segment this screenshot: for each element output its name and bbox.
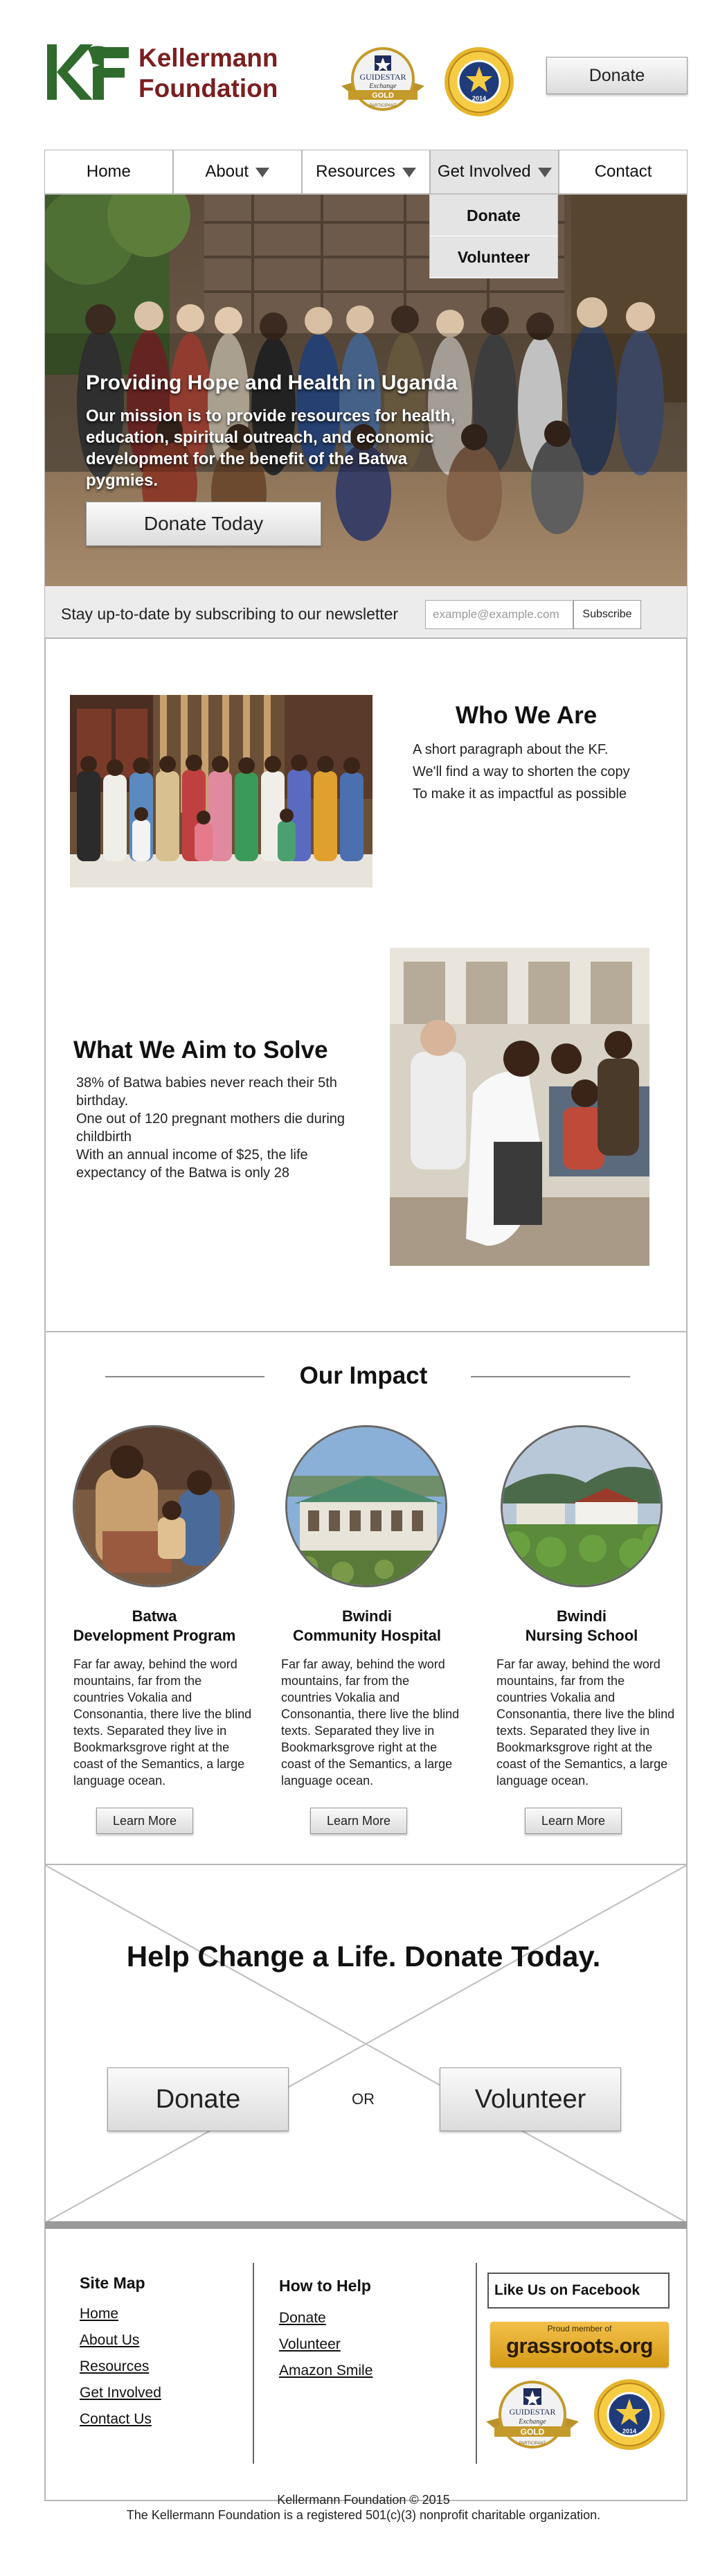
cta-image-placeholder — [44, 1864, 688, 2223]
aim-to-solve-photo — [390, 948, 649, 1266]
program-title-line: Batwa — [132, 1607, 177, 1625]
chevron-down-icon — [537, 168, 552, 177]
who-we-are-text: A short paragraph about the KF. We'll fi… — [413, 739, 676, 805]
program-description-nursing: Far far away, behind the word mountains,… — [496, 1657, 675, 1788]
impact-title: Our Impact — [299, 1362, 428, 1389]
cta-or-label: OR — [352, 2090, 375, 2108]
footer-copyright: Kellermann Foundation © 2015 The Kellerm… — [0, 2492, 727, 2523]
nav-about[interactable]: About — [174, 150, 303, 193]
footer-top-rated-seal: 2014 — [584, 2378, 674, 2451]
logo-wordmark[interactable]: Kellermann Foundation — [138, 43, 278, 104]
nav-about-label: About — [205, 162, 249, 181]
cta-donate-button[interactable]: Donate — [107, 2067, 289, 2131]
footer-link-home[interactable]: Home — [80, 2306, 118, 2322]
guidestar-gold-seal: GUIDESTAR Exchange GOLD PARTICIPANT — [337, 46, 429, 115]
footer-column-divider — [253, 2263, 254, 2464]
program-title-line: Bwindi — [341, 1607, 393, 1625]
copyright-line-1: Kellermann Foundation © 2015 — [277, 2493, 450, 2507]
newsletter-subscribe-button[interactable]: Subscribe — [573, 600, 641, 629]
seal-year: 2014 — [472, 95, 486, 102]
program-title-line: Bwindi — [556, 1607, 607, 1625]
learn-more-batwa-button[interactable]: Learn More — [96, 1808, 193, 1834]
program-description-hospital: Far far away, behind the word mountains,… — [281, 1657, 460, 1788]
dropdown-volunteer[interactable]: Volunteer — [430, 236, 557, 278]
nav-home-label: Home — [86, 162, 131, 181]
footer-guidestar-seal: GUIDESTAR Exchange GOLD PARTICIPANT — [483, 2379, 582, 2453]
aim-to-solve-title: What We Aim to Solve — [73, 1036, 328, 1064]
dropdown-donate[interactable]: Donate — [430, 195, 557, 236]
grassroots-tagline: Proud member of — [547, 2324, 612, 2334]
who-line: A short paragraph about the KF. — [413, 742, 609, 757]
grassroots-badge[interactable]: Proud member of grassroots.org — [490, 2322, 669, 2367]
footer-link-contact-us[interactable]: Contact Us — [80, 2411, 152, 2428]
program-title-line: Community Hospital — [293, 1627, 441, 1644]
who-line: We'll find a way to shorten the copy — [413, 764, 630, 779]
nav-resources-label: Resources — [316, 162, 395, 181]
seal-participant: PARTICIPANT — [519, 2442, 546, 2446]
kf-logo-mark[interactable] — [47, 44, 129, 100]
program-title-batwa: Batwa Development Program — [64, 1607, 244, 1646]
aim-line: With an annual income of $25, the life e… — [76, 1147, 308, 1181]
nav-resources[interactable]: Resources — [303, 150, 431, 193]
aim-line: 38% of Batwa babies never reach their 5t… — [76, 1075, 337, 1109]
chevron-down-icon — [402, 168, 416, 177]
newsletter-email-input[interactable]: example@example.com — [425, 600, 573, 629]
get-involved-dropdown: Donate Volunteer — [429, 194, 558, 279]
program-title-line: Development Program — [73, 1627, 236, 1644]
aim-line: One out of 120 pregnant mothers die duri… — [76, 1111, 345, 1145]
nav-get-involved-label: Get Involved — [437, 162, 531, 181]
hero-donate-today-button[interactable]: Donate Today — [86, 502, 321, 546]
newsletter-text: Stay up-to-date by subscribing to our ne… — [61, 605, 399, 623]
nursing-school-photo — [501, 1425, 663, 1587]
nav-contact[interactable]: Contact — [559, 150, 687, 193]
program-title-line: Nursing School — [525, 1627, 638, 1644]
program-title-nursing: Bwindi Nursing School — [492, 1607, 672, 1646]
cta-title: Help Change a Life. Donate Today. — [126, 1940, 601, 1973]
footer-link-donate[interactable]: Donate — [279, 2310, 326, 2327]
learn-more-nursing-button[interactable]: Learn More — [525, 1808, 622, 1834]
header-donate-button[interactable]: Donate — [546, 57, 688, 94]
batwa-program-photo — [73, 1425, 235, 1587]
nav-contact-label: Contact — [594, 162, 652, 181]
logo-line-2: Foundation — [138, 74, 278, 103]
footer-link-amazon-smile[interactable]: Amazon Smile — [279, 2363, 373, 2379]
nav-home[interactable]: Home — [45, 150, 174, 193]
seal-level: GOLD — [521, 2427, 545, 2437]
hero-mission-text: Our mission is to provide resources for … — [86, 407, 456, 490]
logo-line-1: Kellermann — [138, 44, 278, 72]
who-we-are-title: Who We Are — [456, 702, 598, 729]
facebook-like-box[interactable]: Like Us on Facebook — [487, 2273, 670, 2309]
top-rated-gold-seal: 2014 — [434, 46, 524, 118]
seal-sub: Exchange — [518, 2418, 546, 2426]
footer-how-to-help-title: How to Help — [279, 2277, 371, 2295]
program-title-hospital: Bwindi Community Hospital — [277, 1607, 457, 1646]
cta-volunteer-button[interactable]: Volunteer — [440, 2067, 621, 2131]
svg-text:GUIDESTAR: GUIDESTAR — [359, 72, 406, 82]
copyright-line-2: The Kellermann Foundation is a registere… — [126, 2508, 601, 2522]
svg-text:PARTICIPANT: PARTICIPANT — [370, 104, 397, 108]
who-we-are-photo — [70, 695, 373, 888]
footer-link-volunteer[interactable]: Volunteer — [279, 2336, 341, 2353]
community-hospital-photo — [285, 1425, 447, 1587]
svg-text:Exchange: Exchange — [368, 82, 397, 90]
nav-get-involved[interactable]: Get Involved — [431, 150, 560, 193]
footer-link-get-involved[interactable]: Get Involved — [80, 2385, 161, 2401]
seal-year: 2014 — [622, 2428, 636, 2435]
footer-sitemap-title: Site Map — [80, 2274, 145, 2292]
section-divider — [45, 1331, 687, 1332]
hero-title: Providing Hope and Health in Uganda — [86, 371, 458, 394]
main-nav: Home About Resources Get Involved Contac… — [45, 150, 687, 195]
svg-text:GOLD: GOLD — [372, 91, 394, 100]
footer-link-about-us[interactable]: About Us — [80, 2332, 139, 2349]
who-line: To make it as impactful as possible — [413, 786, 627, 802]
chevron-down-icon — [255, 168, 270, 177]
footer-top-bar — [45, 2221, 687, 2229]
footer-column-divider — [476, 2263, 477, 2464]
seal-name: GUIDESTAR — [509, 2407, 555, 2417]
program-description-batwa: Far far away, behind the word mountains,… — [73, 1657, 252, 1788]
footer-link-resources[interactable]: Resources — [80, 2358, 149, 2375]
learn-more-hospital-button[interactable]: Learn More — [310, 1808, 407, 1834]
aim-to-solve-text: 38% of Batwa babies never reach their 5t… — [76, 1074, 374, 1182]
grassroots-logo-text: grassroots.org — [506, 2334, 653, 2358]
